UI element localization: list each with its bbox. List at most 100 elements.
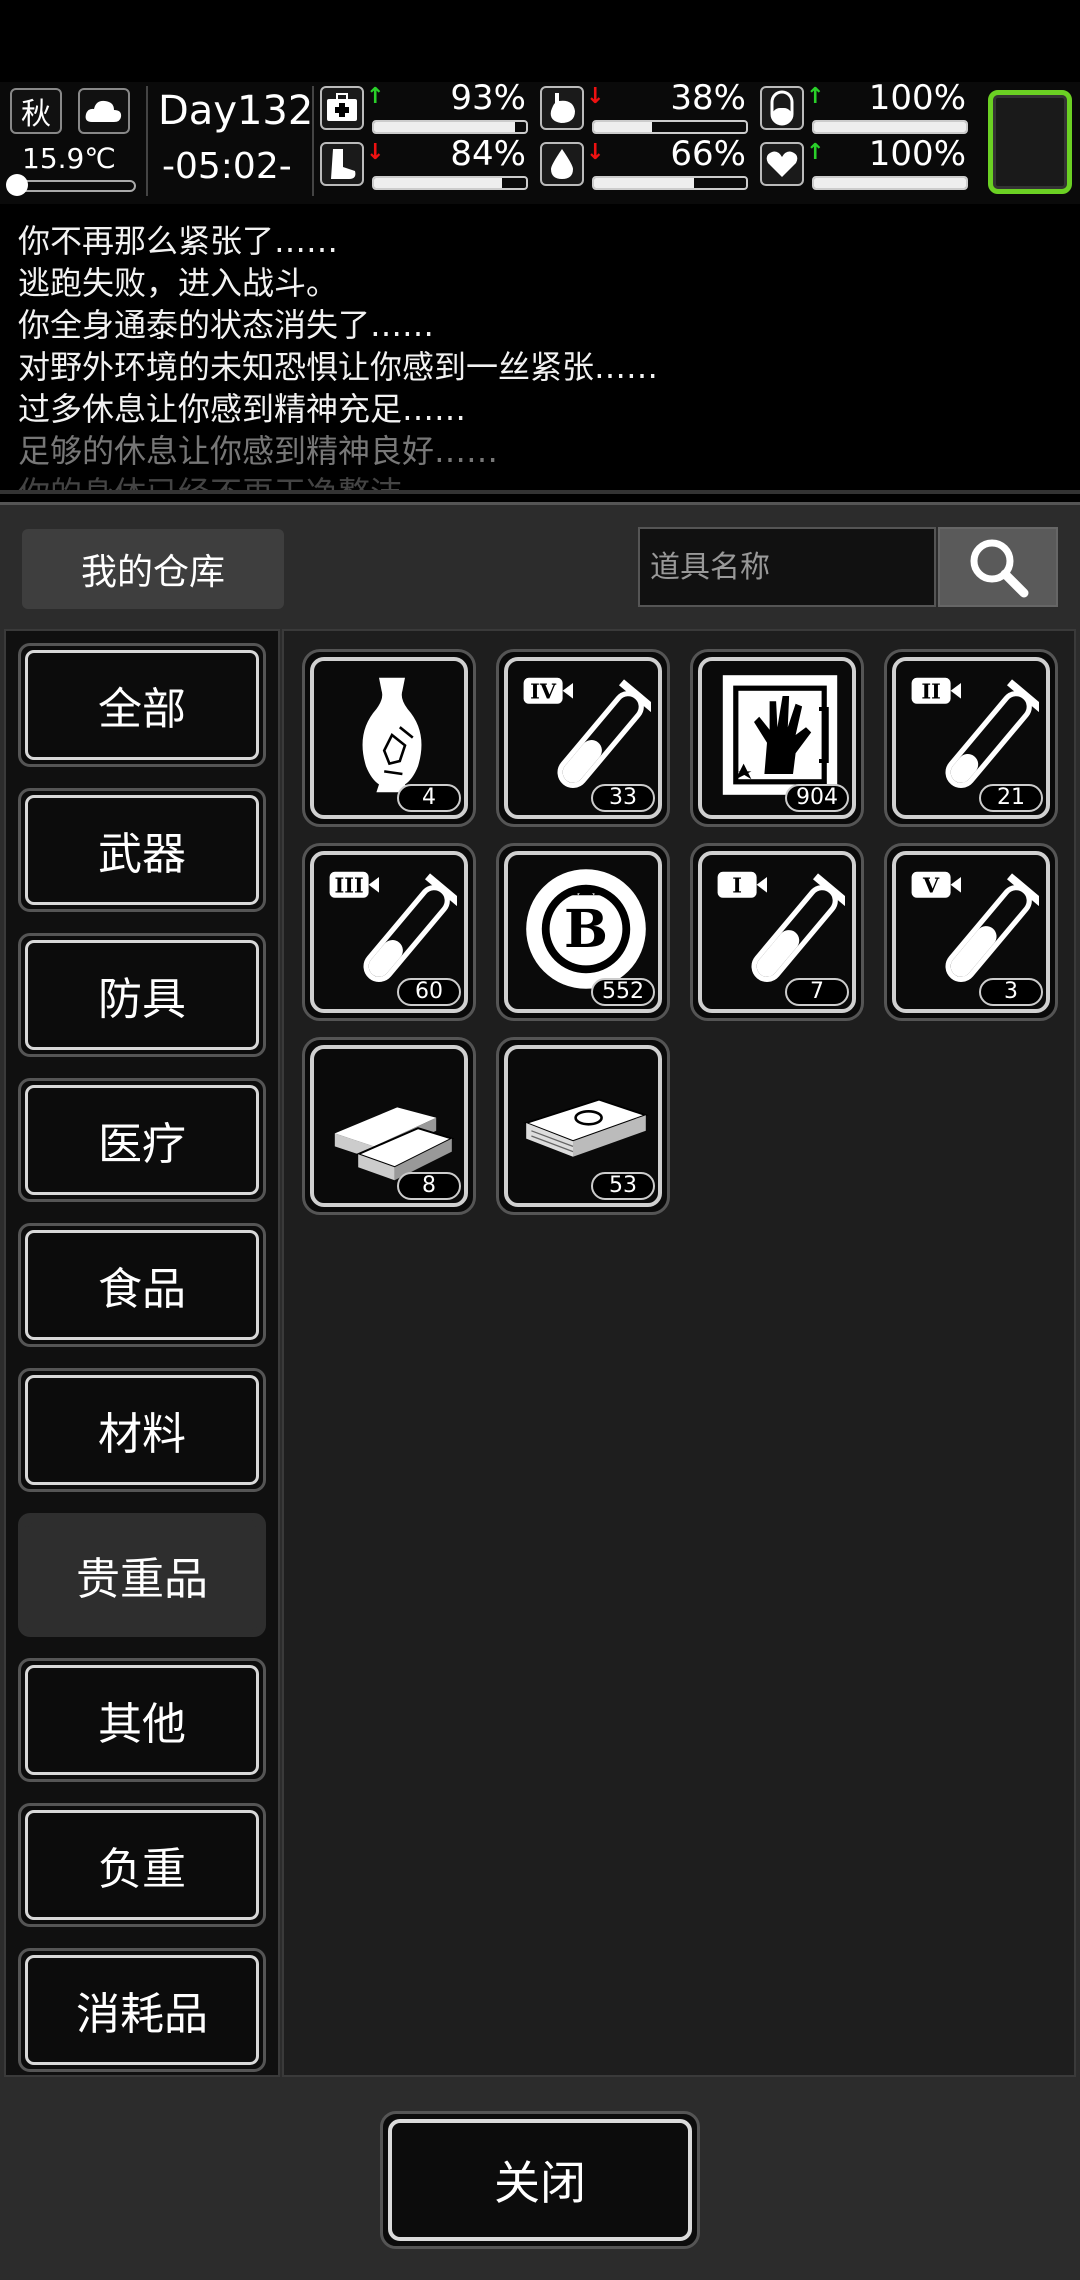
temperature: 15.9℃ bbox=[22, 142, 116, 175]
category-medical[interactable]: 医疗 bbox=[18, 1078, 266, 1202]
coin-b-icon: B bbox=[526, 869, 646, 989]
category-armor[interactable]: 防具 bbox=[18, 933, 266, 1057]
warehouse-title: 我的仓库 bbox=[22, 529, 284, 609]
stat-bar bbox=[812, 176, 968, 190]
day-counter: Day132 bbox=[158, 88, 314, 134]
item-slot-test-tube-ii[interactable]: II 21 bbox=[884, 649, 1058, 827]
item-slot-coin-b[interactable]: B 552 bbox=[496, 843, 670, 1021]
stat-value: 100% bbox=[868, 78, 966, 118]
game-clock: -05:02- bbox=[162, 146, 292, 187]
category-valuables[interactable]: 贵重品 bbox=[18, 1513, 266, 1637]
item-slot-test-tube-iii[interactable]: III 60 bbox=[302, 843, 476, 1021]
item-search-input[interactable] bbox=[638, 527, 936, 607]
item-count: 7 bbox=[785, 978, 849, 1006]
trend-down-icon: ↓ bbox=[586, 84, 605, 109]
heart-icon bbox=[760, 142, 804, 186]
test-tube-iv-icon: IV bbox=[523, 677, 651, 788]
item-count: 60 bbox=[397, 978, 461, 1006]
temperature-bar bbox=[10, 180, 136, 192]
zombie-hand-card-icon bbox=[722, 675, 838, 795]
test-tube-ii-icon: II bbox=[911, 677, 1039, 788]
thermometer-icon bbox=[6, 174, 28, 196]
log-line: 你全身通泰的状态消失了…… bbox=[18, 306, 435, 344]
divider bbox=[312, 86, 314, 196]
stat-bar bbox=[372, 176, 528, 190]
category-label: 医疗 bbox=[98, 1119, 186, 1170]
stat-mood: ↑ 100% bbox=[760, 134, 970, 190]
category-other[interactable]: 其他 bbox=[18, 1658, 266, 1782]
close-button[interactable]: 关闭 bbox=[380, 2111, 700, 2249]
log-line: 对野外环境的未知恐惧让你感到一丝紧张…… bbox=[18, 348, 659, 386]
log-line: 你不再那么紧张了…… bbox=[18, 222, 339, 260]
status-bar: 秋 15.9℃ Day132 -05:02- ↑ 93% ↓ 38% ↑ 100… bbox=[0, 78, 1080, 204]
item-count: 3 bbox=[979, 978, 1043, 1006]
log-line: 过多休息让你感到精神充足…… bbox=[18, 390, 467, 428]
item-count: 904 bbox=[785, 784, 849, 812]
stat-bar bbox=[372, 120, 528, 134]
category-materials[interactable]: 材料 bbox=[18, 1368, 266, 1492]
stat-medicine: ↑ 100% bbox=[760, 78, 970, 134]
svg-text:V: V bbox=[922, 873, 940, 898]
stat-value: 93% bbox=[450, 78, 526, 118]
stat-health: ↑ 93% bbox=[320, 78, 530, 134]
svg-text:B: B bbox=[564, 899, 608, 960]
item-grid: 4 IV 33 904 II 21 III 60 B 552 I 7 V 3 8… bbox=[282, 629, 1076, 2077]
svg-text:IV: IV bbox=[530, 679, 557, 704]
stat-value: 38% bbox=[670, 78, 746, 118]
first-aid-icon bbox=[320, 86, 364, 130]
test-tube-i-icon: I bbox=[717, 871, 845, 982]
character-slot-button[interactable] bbox=[988, 90, 1072, 194]
log-line: 逃跑失败，进入战斗。 bbox=[18, 264, 339, 302]
item-count: 4 bbox=[397, 784, 461, 812]
stat-value: 66% bbox=[670, 134, 746, 174]
stomach-icon bbox=[540, 86, 584, 130]
message-log[interactable]: 你不再那么紧张了…… 逃跑失败，进入战斗。 你全身通泰的状态消失了…… 对野外环… bbox=[0, 212, 1080, 494]
category-list[interactable]: 全部 武器 防具 医疗 食品 材料 贵重品 其他 负重 消耗品 bbox=[4, 629, 280, 2077]
vase-icon bbox=[362, 677, 422, 793]
divider bbox=[146, 86, 148, 196]
water-drop-icon bbox=[540, 142, 584, 186]
category-carrying[interactable]: 负重 bbox=[18, 1803, 266, 1927]
log-line: 足够的休息让你感到精神良好…… bbox=[18, 432, 499, 470]
stat-bar bbox=[812, 120, 968, 134]
trend-up-icon: ↑ bbox=[806, 84, 825, 109]
item-count: 8 bbox=[397, 1172, 461, 1200]
stat-thirst: ↓ 66% bbox=[540, 134, 750, 190]
item-slot-zombie-card[interactable]: 904 bbox=[690, 649, 864, 827]
category-label: 消耗品 bbox=[76, 1989, 208, 2040]
item-slot-vase[interactable]: 4 bbox=[302, 649, 476, 827]
item-slot-gold-bars[interactable]: 8 bbox=[302, 1037, 476, 1215]
item-slot-cash-stack[interactable]: 53 bbox=[496, 1037, 670, 1215]
category-weapons[interactable]: 武器 bbox=[18, 788, 266, 912]
item-slot-test-tube-iv[interactable]: IV 33 bbox=[496, 649, 670, 827]
gold-bars-icon bbox=[334, 1107, 455, 1181]
close-label: 关闭 bbox=[494, 2156, 586, 2210]
pill-icon bbox=[760, 86, 804, 130]
stat-stamina: ↓ 84% bbox=[320, 134, 530, 190]
category-label: 负重 bbox=[98, 1844, 186, 1895]
season-label: 秋 bbox=[21, 97, 51, 132]
cash-stack-icon bbox=[523, 1098, 649, 1157]
search-button[interactable] bbox=[938, 527, 1058, 607]
category-food[interactable]: 食品 bbox=[18, 1223, 266, 1347]
stat-value: 100% bbox=[868, 134, 966, 174]
test-tube-iii-icon: III bbox=[329, 871, 457, 982]
stat-bar bbox=[592, 120, 748, 134]
category-label: 其他 bbox=[98, 1699, 186, 1750]
category-label: 材料 bbox=[98, 1409, 186, 1460]
svg-text:II: II bbox=[921, 679, 940, 704]
category-all[interactable]: 全部 bbox=[18, 643, 266, 767]
category-consumables[interactable]: 消耗品 bbox=[18, 1948, 266, 2072]
stat-hunger: ↓ 38% bbox=[540, 78, 750, 134]
item-slot-test-tube-i[interactable]: I 7 bbox=[690, 843, 864, 1021]
svg-text:III: III bbox=[335, 873, 364, 898]
category-label: 贵重品 bbox=[76, 1554, 208, 1605]
foot-icon bbox=[320, 142, 364, 186]
trend-up-icon: ↑ bbox=[806, 140, 825, 165]
category-label: 武器 bbox=[98, 829, 186, 880]
category-label: 食品 bbox=[98, 1264, 186, 1315]
warehouse-title-label: 我的仓库 bbox=[80, 552, 225, 593]
cloudy-weather-icon bbox=[78, 88, 130, 134]
item-slot-test-tube-v[interactable]: V 3 bbox=[884, 843, 1058, 1021]
item-count: 21 bbox=[979, 784, 1043, 812]
